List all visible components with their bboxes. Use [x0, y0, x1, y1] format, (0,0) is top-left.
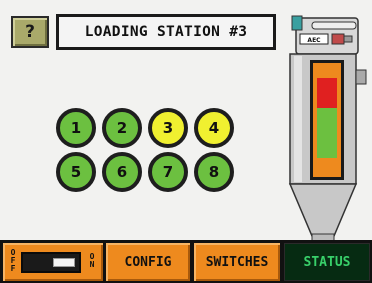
status-label: STATUS — [303, 254, 351, 270]
station-1[interactable]: 1 — [56, 108, 96, 148]
config-label: CONFIG — [124, 254, 172, 270]
config-button[interactable]: CONFIG — [106, 243, 190, 281]
toggle-knob[interactable] — [53, 258, 75, 267]
station-label: 2 — [116, 119, 128, 137]
station-label: 1 — [70, 119, 82, 137]
loader-brand-text: AEC — [307, 37, 321, 44]
station-label: 6 — [116, 163, 128, 181]
switches-label: SWITCHES — [205, 254, 269, 270]
station-7[interactable]: 7 — [148, 152, 188, 192]
page-title: LOADING STATION #3 — [59, 17, 273, 47]
loader-inlet — [291, 15, 303, 31]
station-2[interactable]: 2 — [102, 108, 142, 148]
station-label: 8 — [208, 163, 220, 181]
level-indicator-green — [317, 108, 337, 158]
vacuum-loader-graphic: AEC — [288, 15, 367, 243]
switches-button[interactable]: SWITCHES — [194, 243, 280, 281]
status-button[interactable]: STATUS — [284, 243, 370, 281]
station-label: 4 — [208, 119, 220, 137]
loader-valve-stem — [343, 35, 353, 43]
station-4[interactable]: 4 — [194, 108, 234, 148]
station-5[interactable]: 5 — [56, 152, 96, 192]
station-label: 7 — [162, 163, 174, 181]
on-label: ON — [89, 252, 95, 269]
loader-pipe — [311, 21, 357, 30]
title-box: LOADING STATION #3 — [56, 14, 276, 50]
loader-valve — [331, 33, 345, 45]
off-label: OFF — [10, 248, 16, 273]
station-8[interactable]: 8 — [194, 152, 234, 192]
loader-cone — [288, 183, 358, 237]
station-6[interactable]: 6 — [102, 152, 142, 192]
toggle-switch[interactable] — [21, 252, 81, 273]
loader-side-port — [355, 69, 367, 85]
help-button[interactable]: ? — [11, 16, 49, 48]
station-label: 3 — [162, 119, 174, 137]
help-label: ? — [25, 22, 35, 42]
power-toggle[interactable]: OFF ON — [3, 243, 103, 281]
station-3[interactable]: 3 — [148, 108, 188, 148]
loader-body-highlight — [294, 56, 302, 182]
level-indicator-red — [317, 78, 337, 108]
loading-station-screen: ? LOADING STATION #3 1 2 3 4 5 6 7 8 AEC — [0, 0, 372, 283]
station-label: 5 — [70, 163, 82, 181]
